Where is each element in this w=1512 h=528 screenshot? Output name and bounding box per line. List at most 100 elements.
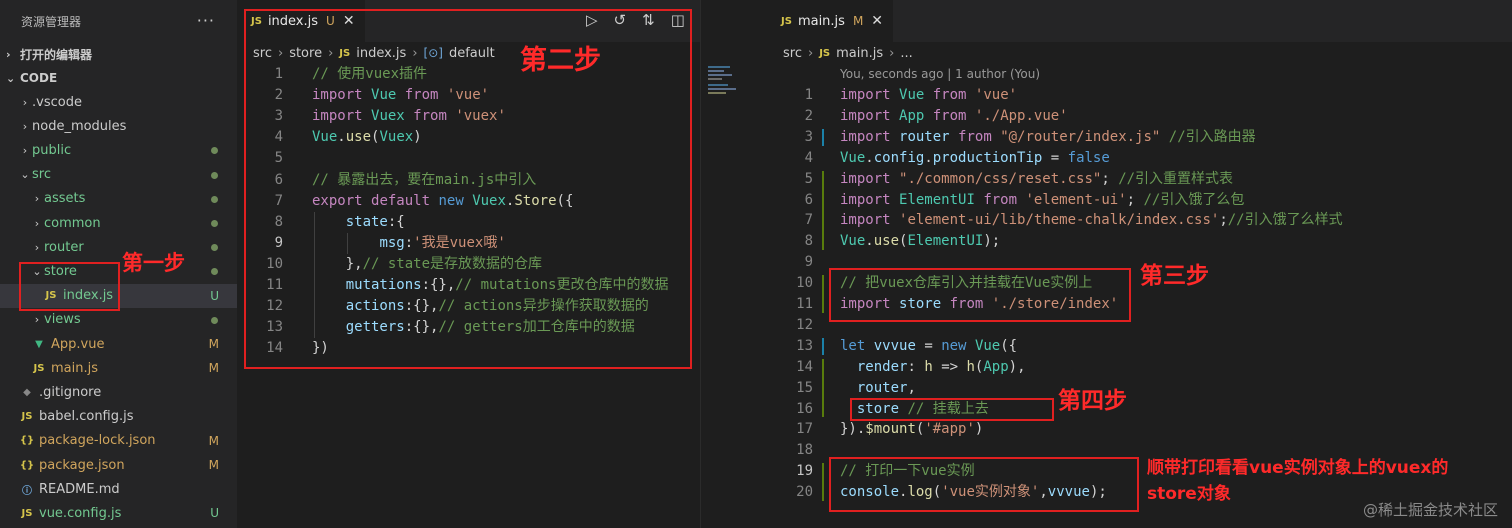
git-status-dot [211, 268, 218, 276]
git-status-dot [211, 171, 218, 179]
git-status-badge: M [208, 433, 219, 448]
git-change-marker [822, 170, 824, 251]
code-line[interactable]: 4 Vue.config.productionTip = false [767, 148, 1512, 169]
tree-item[interactable]: › node_modules [0, 114, 237, 138]
git-status-badge: U [210, 288, 219, 303]
git-status-dot [211, 147, 218, 155]
js-file-icon: JS [33, 362, 45, 374]
git-status-dot [211, 220, 218, 227]
annotation-step2: 第二步 [520, 45, 601, 76]
line-number: 1 [804, 87, 813, 103]
tree-item-label: babel.config.js [39, 409, 134, 425]
chevron-right-icon: › [34, 192, 40, 206]
line-number: 5 [804, 170, 813, 187]
workspace-label: CODE [20, 71, 58, 85]
tree-item[interactable]: › router [0, 235, 237, 259]
annotation-box-step3 [829, 268, 1131, 322]
code-line[interactable]: 7 import 'element-ui/lib/theme-chalk/inde… [767, 210, 1512, 231]
line-number: 7 [804, 212, 813, 229]
tree-item[interactable]: JS vue.config.js U [0, 501, 237, 525]
codelens-blame[interactable]: You, seconds ago | 1 author (You) [840, 67, 1040, 81]
breadcrumb-more[interactable]: ... [900, 46, 912, 61]
annotation-note-line2: store对象 [1147, 484, 1231, 504]
git-change-marker [822, 358, 824, 418]
tree-item-label: README.md [39, 481, 120, 497]
tab-label: main.js [797, 13, 845, 29]
tab-main-js[interactable]: JS main.js M ✕ [767, 0, 894, 42]
chevron-down-icon: ⌄ [20, 168, 30, 182]
more-actions-icon[interactable]: ··· [197, 11, 215, 30]
json-file-icon: {} [19, 435, 35, 447]
tree-item[interactable]: › public [0, 138, 237, 162]
git-status-dot [211, 244, 218, 252]
code-line[interactable]: 8 Vue.use(ElementUI); [767, 231, 1512, 252]
breadcrumb: src › JS main.js › ... [767, 42, 1512, 64]
line-number: 17 [796, 421, 813, 438]
code-text: Vue.config.productionTip = false [840, 149, 1110, 166]
tree-item-label: views [44, 312, 81, 328]
tree-item[interactable]: › .vscode [0, 90, 237, 114]
tree-item-label: package.json [39, 457, 125, 473]
code-line[interactable]: 15 router, [767, 378, 1512, 399]
annotation-step3: 第三步 [1140, 263, 1209, 289]
line-number: 11 [796, 296, 813, 312]
line-number: 15 [796, 379, 813, 396]
git-status-badge: U [210, 506, 219, 521]
workspace-section[interactable]: ⌄ CODE [0, 66, 237, 90]
explorer-header: 资源管理器 ··· [0, 0, 237, 42]
tree-item[interactable]: › common [0, 211, 237, 235]
tree-item[interactable]: ▼ App.vue M [0, 332, 237, 356]
line-number: 6 [804, 191, 813, 208]
close-icon[interactable]: ✕ [871, 13, 883, 29]
chevron-right-icon: › [34, 313, 40, 327]
tree-item-label: src [32, 167, 51, 183]
line-number: 12 [796, 316, 813, 333]
tree-item[interactable]: ◆ .gitignore [0, 380, 237, 404]
breadcrumb-file[interactable]: main.js [836, 46, 883, 61]
code-text: import Vue from 'vue' [840, 87, 1018, 103]
tree-item-label: main.js [51, 360, 98, 376]
tree-item[interactable]: {} package.json M [0, 453, 237, 477]
code-line[interactable]: 6 import ElementUI from 'element-ui'; //引… [767, 190, 1512, 211]
tree-item[interactable]: ⌄ src [0, 163, 237, 187]
tree-item-label: package-lock.json [39, 433, 156, 449]
info-file-icon: ⓘ [22, 485, 32, 497]
git-change-marker [822, 128, 824, 146]
code-line[interactable]: 14 render: h => h(App), [767, 357, 1512, 378]
tree-item-label: App.vue [51, 336, 105, 352]
breadcrumb-src[interactable]: src [783, 46, 802, 61]
code-line[interactable]: 13 let vvvue = new Vue({ [767, 336, 1512, 357]
tree-item[interactable]: › views [0, 308, 237, 332]
tree-item[interactable]: JS main.js M [0, 356, 237, 380]
git-change-marker [822, 275, 824, 313]
code-line[interactable]: 1 import Vue from 'vue' [767, 85, 1512, 106]
code-line[interactable]: 2 import App from './App.vue' [767, 106, 1512, 127]
code-line[interactable]: 3 import router from "@/router/index.js" … [767, 127, 1512, 148]
annotation-box-note [829, 457, 1139, 512]
open-editors-label: 打开的编辑器 [20, 47, 93, 62]
line-number: 2 [804, 107, 813, 124]
tree-item[interactable]: {} package-lock.json M [0, 429, 237, 453]
tree-item[interactable]: › assets [0, 187, 237, 211]
code-text: import App from './App.vue' [840, 107, 1068, 124]
tree-item-label: vue.config.js [39, 505, 122, 521]
tree-item-label: public [32, 142, 72, 158]
explorer-title: 资源管理器 [21, 14, 82, 29]
tree-item[interactable]: JS babel.config.js [0, 405, 237, 429]
line-number: 13 [796, 337, 813, 354]
git-status-badge: M [208, 361, 219, 376]
code-text: Vue.use(ElementUI); [840, 233, 1001, 250]
open-editors-section[interactable]: › 打开的编辑器 [0, 42, 237, 66]
code-text: router, [856, 379, 916, 396]
code-line[interactable]: 5 import "./common/css/reset.css"; //引入重置… [767, 169, 1512, 190]
chevron-right-icon: › [889, 45, 895, 61]
git-file-icon: ◆ [23, 386, 31, 398]
tree-item[interactable]: ⓘ README.md [0, 477, 237, 501]
js-file-icon: JS [21, 507, 33, 519]
minimap[interactable] [700, 0, 767, 528]
code-line[interactable]: 17}).$mount('#app') [767, 419, 1512, 440]
line-number: 18 [796, 442, 813, 459]
tree-item-label: .vscode [32, 94, 82, 110]
annotation-note-line1: 顺带打印看看vue实例对象上的vuex的 [1147, 458, 1449, 478]
tree-item-label: assets [44, 191, 86, 207]
